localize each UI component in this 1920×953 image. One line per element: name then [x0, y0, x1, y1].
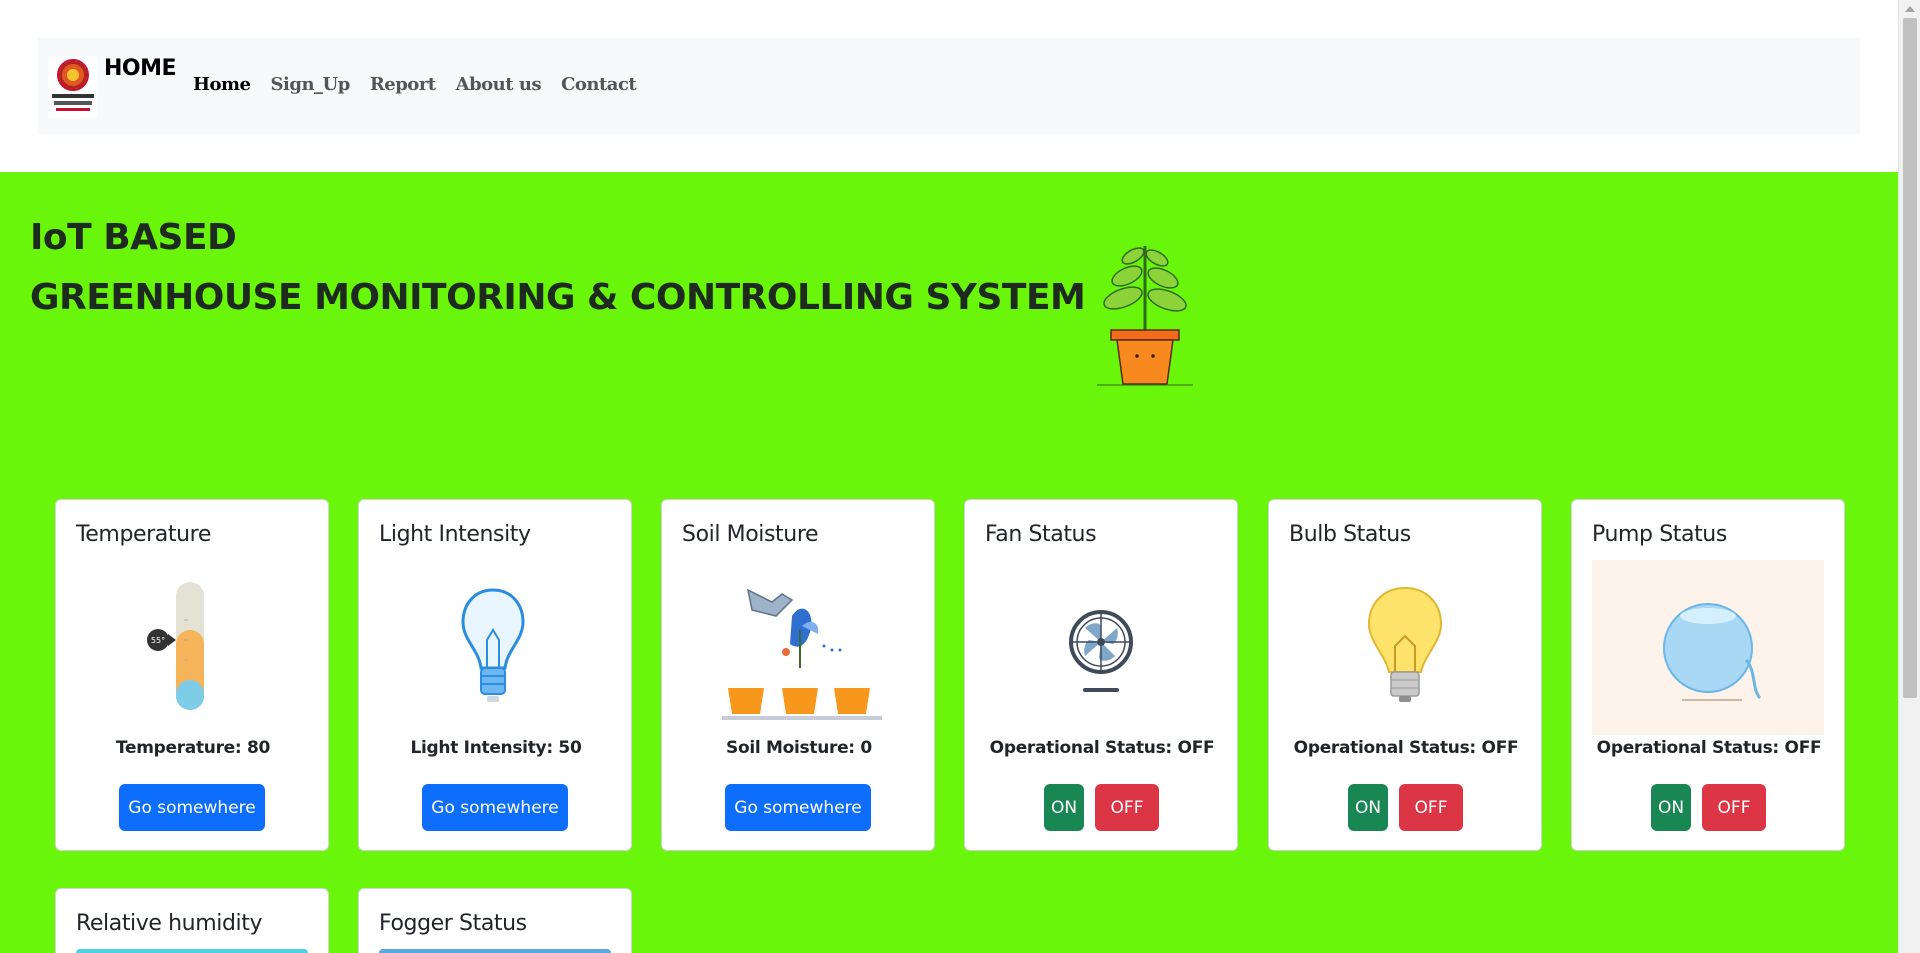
navbar-brand[interactable]: HOME — [104, 56, 177, 81]
nav-link-report[interactable]: Report — [370, 74, 436, 95]
fogger-icon — [379, 949, 611, 953]
card-light-intensity: Light Intensity Light Intensity: 50 Go s… — [358, 499, 632, 851]
emblem-icon — [57, 59, 89, 91]
soil-moisture-value: Soil Moisture: 0 — [726, 738, 872, 758]
nav-links: Home Sign_Up Report About us Contact — [193, 74, 637, 95]
card-pump-status: Pump Status Operational Status: OFF ON O… — [1571, 499, 1845, 851]
potted-plant-icon — [1097, 246, 1193, 386]
card-title: Light Intensity — [379, 522, 531, 547]
hero-section: IoT BASED GREENHOUSE MONITORING & CONTRO… — [0, 172, 1898, 953]
card-bulb-status: Bulb Status Operational Status: OFF ON O… — [1268, 499, 1542, 851]
lightbulb-outline-icon — [461, 588, 525, 702]
light-intensity-value: Light Intensity: 50 — [410, 738, 582, 758]
thermometer-icon: 55° — [147, 582, 204, 710]
fan-icon — [1069, 610, 1133, 692]
card-title: Temperature — [76, 522, 211, 547]
card-fan-status: Fan Status Operational Status: OFF ON OF… — [964, 499, 1238, 851]
thermometer-badge: 55° — [151, 636, 165, 645]
watering-plants-icon — [722, 588, 882, 720]
university-logo[interactable] — [48, 56, 98, 118]
hero-title-line2: GREENHOUSE MONITORING & CONTROLLING SYST… — [30, 277, 1086, 318]
humidity-icon — [76, 949, 308, 953]
hero-title: IoT BASED GREENHOUSE MONITORING & CONTRO… — [30, 208, 1086, 328]
card-title: Pump Status — [1592, 522, 1727, 547]
nav-link-contact[interactable]: Contact — [561, 74, 637, 95]
card-relative-humidity: Relative humidity — [55, 888, 329, 953]
bulb-off-button[interactable]: OFF — [1399, 784, 1463, 831]
card-title: Fan Status — [985, 522, 1097, 547]
temperature-value: Temperature: 80 — [115, 738, 271, 758]
navbar: HOME Home Sign_Up Report About us Contac… — [38, 38, 1860, 134]
page: HOME Home Sign_Up Report About us Contac… — [0, 0, 1898, 953]
bulb-operational-status: Operational Status: OFF — [1293, 738, 1519, 758]
card-title: Fogger Status — [379, 911, 527, 936]
bulb-on-button[interactable]: ON — [1348, 784, 1388, 831]
card-temperature: Temperature 55° Temperature: 80 Go somew… — [55, 499, 329, 851]
card-title: Bulb Status — [1289, 522, 1411, 547]
nav-link-home[interactable]: Home — [193, 74, 251, 95]
hero-title-line1: IoT BASED — [30, 217, 237, 258]
nav-link-sign-up[interactable]: Sign_Up — [271, 74, 351, 95]
pump-operational-status: Operational Status: OFF — [1596, 738, 1822, 758]
card-title: Soil Moisture — [682, 522, 819, 547]
vertical-scrollbar[interactable] — [1898, 0, 1920, 953]
card-soil-moisture: Soil Moisture Soil Moisture: 0 Go somewh… — [661, 499, 935, 851]
pump-on-button[interactable]: ON — [1651, 784, 1691, 831]
fan-off-button[interactable]: OFF — [1095, 784, 1159, 831]
light-intensity-go-button[interactable]: Go somewhere — [422, 784, 568, 831]
scrollbar-thumb[interactable] — [1903, 18, 1917, 698]
pump-icon — [1592, 560, 1824, 735]
bulb-icon — [1367, 586, 1443, 702]
soil-moisture-go-button[interactable]: Go somewhere — [725, 784, 871, 831]
fan-on-button[interactable]: ON — [1044, 784, 1084, 831]
pump-off-button[interactable]: OFF — [1702, 784, 1766, 831]
card-fogger-status: Fogger Status — [358, 888, 632, 953]
fan-operational-status: Operational Status: OFF — [989, 738, 1215, 758]
scroll-up-arrow-icon[interactable] — [1905, 6, 1915, 12]
temperature-go-button[interactable]: Go somewhere — [119, 784, 265, 831]
nav-link-about-us[interactable]: About us — [456, 74, 542, 95]
card-title: Relative humidity — [76, 911, 263, 936]
